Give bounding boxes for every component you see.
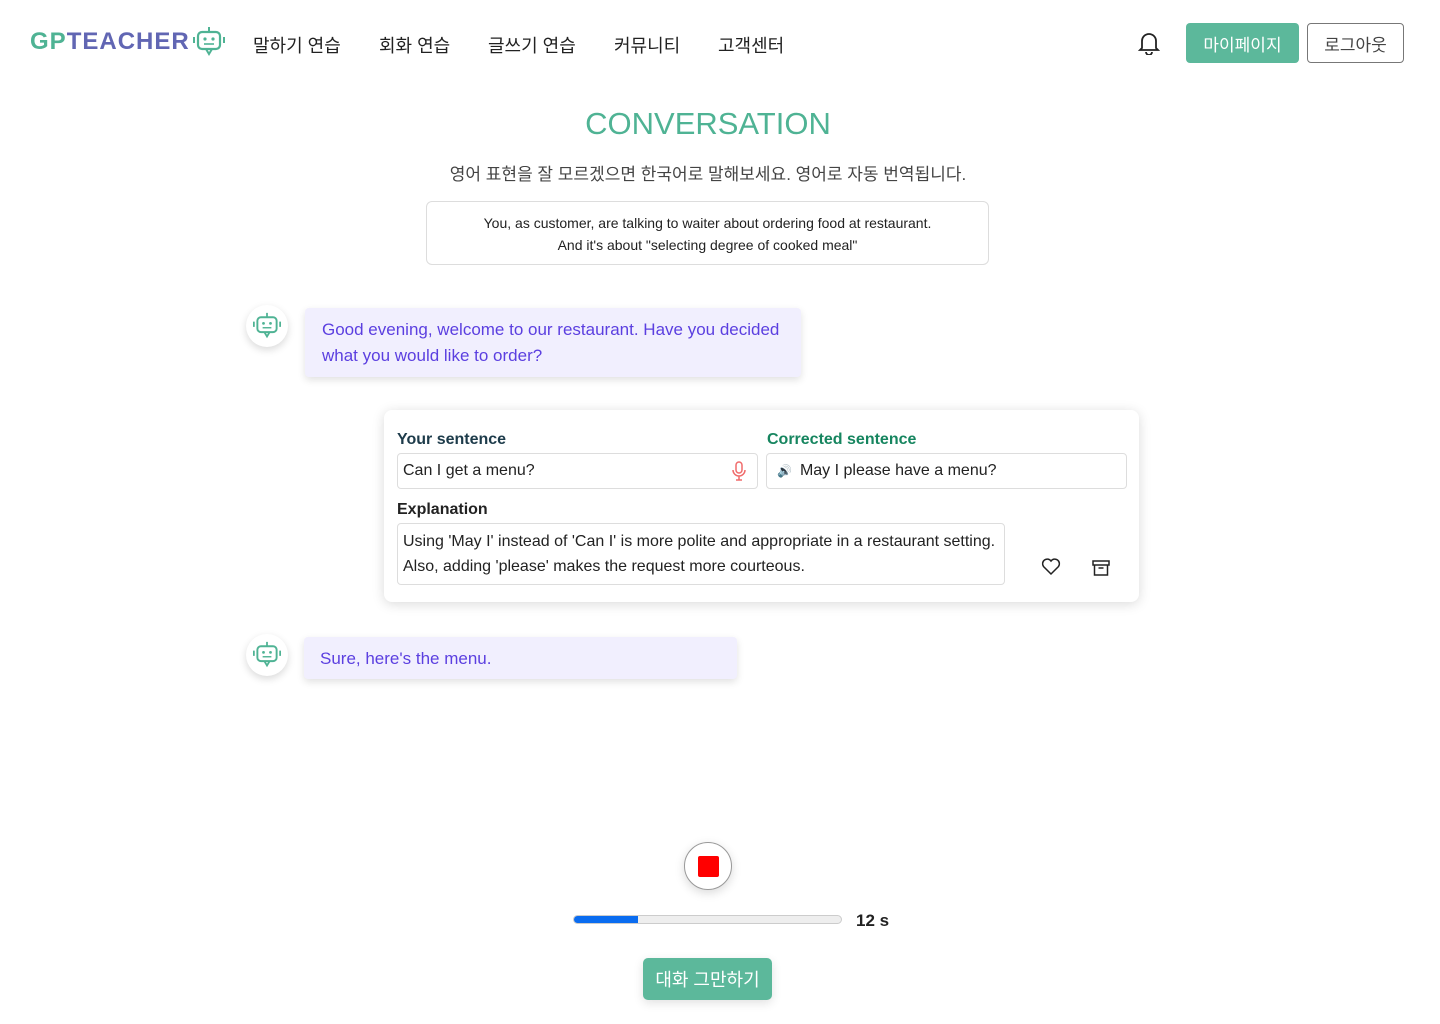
feedback-card: Your sentence Can I get a menu? Correcte… (384, 410, 1139, 602)
microphone-icon[interactable] (732, 461, 746, 481)
nav-writing[interactable]: 글쓰기 연습 (488, 32, 576, 58)
corrected-sentence-label: Corrected sentence (767, 431, 917, 448)
your-sentence-label: Your sentence (397, 431, 507, 448)
scenario-box: You, as customer, are talking to waiter … (426, 201, 989, 265)
bot-avatar (246, 634, 288, 676)
scenario-line: And it's about "selecting degree of cook… (557, 237, 858, 253)
explanation-text: Using 'May I' instead of 'Can I' is more… (397, 523, 1005, 585)
corrected-sentence-field: 🔊 May I please have a menu? (766, 453, 1127, 489)
logout-button[interactable]: 로그아웃 (1307, 23, 1404, 63)
logo[interactable]: GP TEACHER (30, 26, 226, 58)
page-title: CONVERSATION (585, 106, 831, 141)
nav-speaking[interactable]: 말하기 연습 (253, 32, 341, 58)
end-conversation-button[interactable]: 대화 그만하기 (643, 958, 772, 1000)
bot-message: Sure, here's the menu. (304, 637, 737, 679)
mypage-button[interactable]: 마이페이지 (1186, 23, 1299, 63)
robot-icon (253, 641, 281, 668)
stop-icon (697, 855, 719, 877)
bot-message: Good evening, welcome to our restaurant.… (305, 308, 801, 377)
robot-icon (253, 312, 281, 339)
stop-recording-button[interactable] (684, 842, 732, 890)
recording-progress (573, 915, 842, 924)
nav-conversation[interactable]: 회화 연습 (379, 32, 450, 58)
bot-avatar (246, 305, 288, 347)
robot-icon (192, 27, 225, 56)
your-sentence-field[interactable]: Can I get a menu? (397, 453, 758, 489)
recording-seconds: 12 s (856, 911, 890, 930)
explanation-label: Explanation (397, 501, 488, 518)
page-subtitle: 영어 표현을 잘 모르겠으면 한국어로 말해보세요. 영어로 자동 번역됩니다. (449, 165, 967, 184)
heart-icon[interactable] (1041, 558, 1061, 576)
bell-icon[interactable] (1138, 31, 1160, 55)
speaker-icon[interactable]: 🔊 (777, 464, 792, 478)
progress-fill (574, 916, 639, 923)
nav-support[interactable]: 고객센터 (718, 32, 784, 58)
corrected-sentence-text: May I please have a menu? (799, 462, 997, 479)
nav-community[interactable]: 커뮤니티 (614, 32, 680, 58)
your-sentence-text: Can I get a menu? (403, 462, 535, 479)
scenario-line: You, as customer, are talking to waiter … (483, 215, 932, 231)
archive-icon[interactable] (1092, 559, 1110, 577)
